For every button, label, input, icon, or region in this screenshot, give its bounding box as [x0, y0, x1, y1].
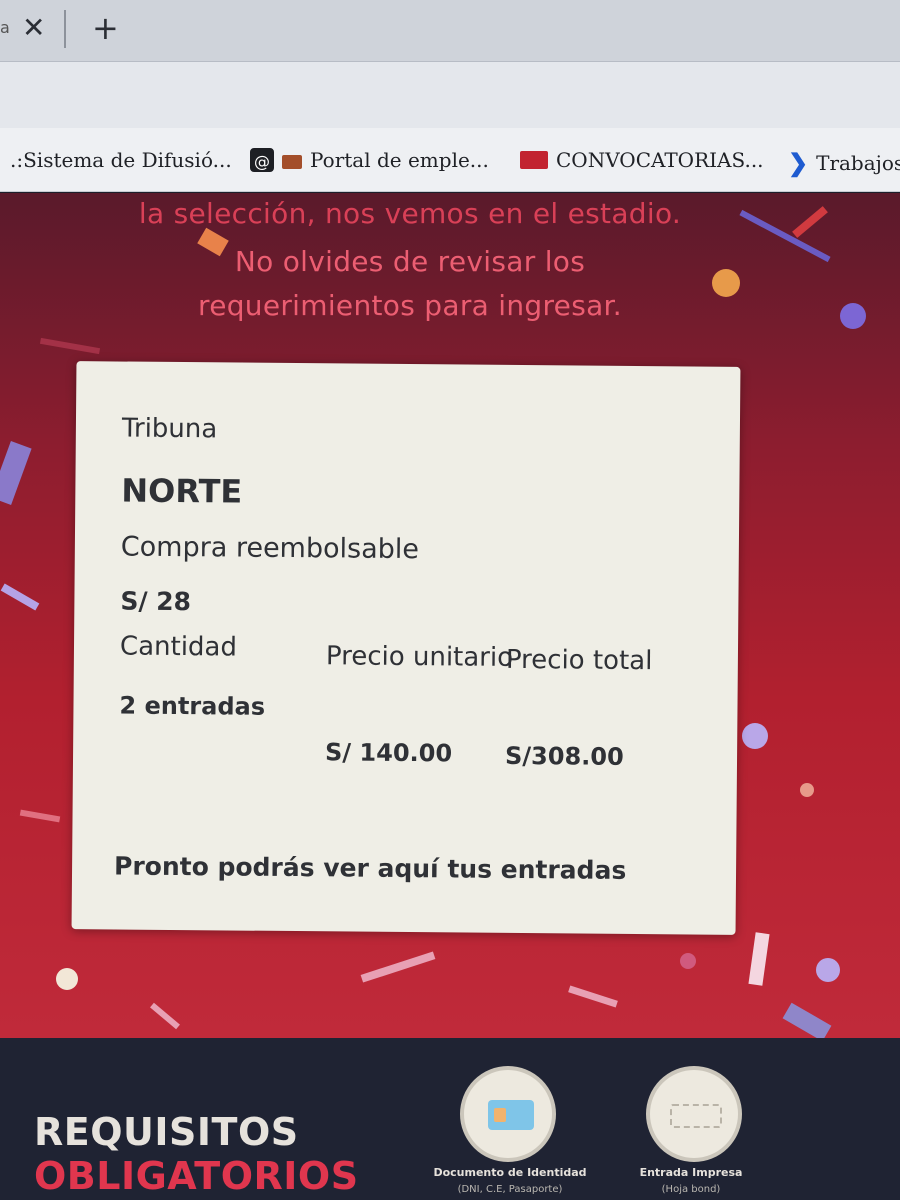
confetti-piece — [19, 809, 61, 823]
tab-divider — [64, 10, 66, 48]
confetti-piece — [742, 723, 768, 749]
bookmark-label: Trabajos — [816, 150, 900, 175]
confetti-piece — [360, 951, 436, 983]
printed-ticket-requirement — [646, 1066, 742, 1162]
requirement-sublabel: (Hoja bond) — [661, 1184, 721, 1195]
requirements-section: REQUISITOS OBLIGATORIOS Documento de Ide… — [0, 1038, 900, 1200]
printed-ticket-icon — [670, 1104, 722, 1128]
tickets-coming-soon-note: Pronto podrás ver aquí tus entradas — [113, 851, 627, 885]
bookmark-label: CONVOCATORIAS... — [556, 148, 764, 172]
requirement-label: Documento de Identidad — [433, 1166, 587, 1179]
confetti-piece — [0, 583, 40, 611]
unit-price-value: S/ 140.00 — [324, 738, 453, 768]
quantity-header: Cantidad — [119, 631, 238, 663]
bookmarks-bar: .:Sistema de Difusió... @ Portal de empl… — [0, 128, 900, 192]
browser-tab-strip: a ✕ + — [0, 0, 900, 62]
bookmark-label: Portal de emple... — [310, 148, 489, 172]
confetti-piece — [56, 968, 78, 990]
confetti-piece — [150, 1002, 180, 1030]
zone-label: Tribuna — [121, 413, 218, 445]
confetti-piece — [816, 958, 840, 982]
confetti-piece — [0, 441, 32, 505]
bookmark-portal-empleo[interactable]: @ Portal de emple... — [250, 148, 489, 172]
quantity-value: 2 entradas — [119, 691, 266, 721]
confetti-piece — [748, 932, 770, 986]
base-price: S/ 28 — [120, 586, 192, 617]
briefcase-icon — [282, 155, 302, 169]
hero-message-line-2: No olvides de revisar los — [234, 245, 586, 278]
ticket-summary-card: Tribuna NORTE Compra reembolsable S/ 28 … — [71, 361, 741, 935]
browser-toolbar — [0, 62, 900, 128]
confetti-piece — [568, 985, 618, 1008]
bookmark-sistema-difusion[interactable]: .:Sistema de Difusió... — [10, 148, 232, 172]
new-tab-icon[interactable]: + — [92, 12, 119, 44]
at-icon: @ — [250, 148, 274, 172]
confetti-piece — [680, 953, 696, 969]
chevron-icon: ❯ — [788, 148, 809, 177]
confetti-piece — [800, 783, 814, 797]
bookmark-trabajos[interactable]: ❯ Trabajos — [788, 148, 900, 177]
requirement-label: Entrada Impresa — [639, 1166, 743, 1179]
id-document-requirement — [460, 1066, 556, 1162]
bookmark-convocatorias[interactable]: CONVOCATORIAS... — [520, 148, 764, 172]
bookmark-label: .:Sistema de Difusió... — [10, 148, 232, 172]
hero-message-line-1: la selección, nos vemos en el estadio. — [138, 197, 682, 230]
confetti-piece — [840, 303, 866, 329]
total-price-header: Precio total — [505, 644, 653, 677]
unit-price-header: Precio unitario — [325, 641, 514, 673]
stamp-icon — [520, 151, 548, 169]
zone-value: NORTE — [121, 471, 243, 511]
confetti-piece — [782, 1002, 832, 1038]
requirements-title-line-1: REQUISITOS — [34, 1110, 299, 1154]
id-card-icon — [488, 1100, 534, 1130]
hero-message-line-3: requerimientos para ingresar. — [198, 289, 622, 322]
close-tab-icon[interactable]: ✕ — [22, 14, 45, 42]
requirement-sublabel: (DNI, C.E, Pasaporte) — [457, 1184, 563, 1195]
tab-title-fragment[interactable]: a — [0, 18, 10, 37]
confetti-piece — [39, 337, 101, 355]
total-price-value: S/308.00 — [504, 741, 624, 771]
purchase-type: Compra reembolsable — [120, 531, 420, 566]
requirements-title-line-2: OBLIGATORIOS — [34, 1154, 359, 1198]
